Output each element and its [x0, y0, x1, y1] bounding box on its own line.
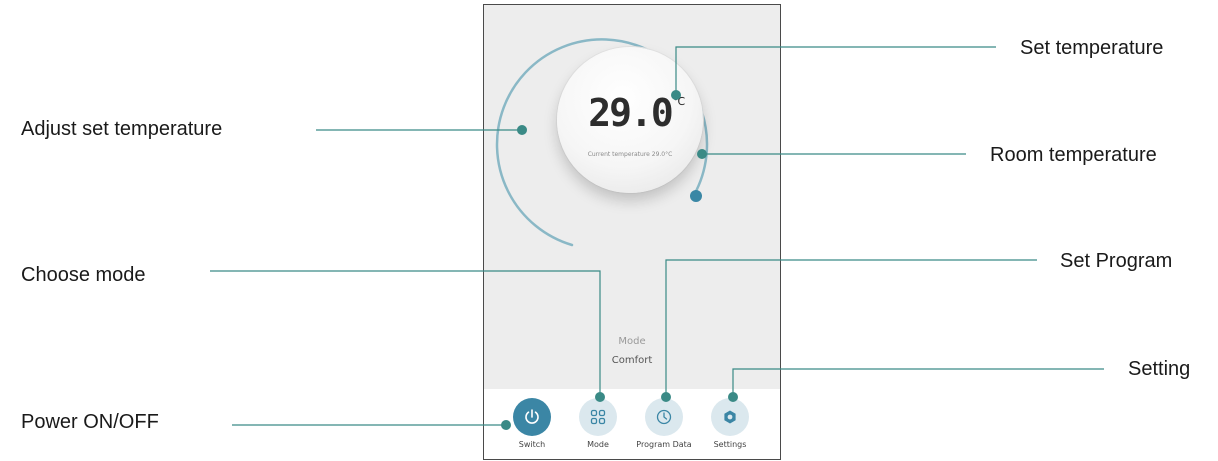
callout-room-temperature: Room temperature: [990, 144, 1157, 166]
thermostat-app-screen: 29.0 ℃ Current temperature 29.0°C Mode C…: [483, 4, 781, 460]
callout-setting: Setting: [1128, 358, 1191, 380]
switch-button[interactable]: Switch: [497, 398, 567, 449]
callout-power: Power ON/OFF: [21, 411, 159, 433]
callout-line-setting: [732, 368, 1104, 397]
mode-caption: Mode: [618, 336, 646, 347]
grid-icon: [590, 409, 606, 425]
gear-icon: [724, 410, 736, 424]
settings-button[interactable]: Settings: [695, 398, 765, 449]
switch-label: Switch: [518, 440, 546, 449]
power-button-circle[interactable]: [513, 398, 551, 436]
temperature-dial: 29.0 ℃ Current temperature 29.0°C: [557, 47, 703, 193]
callout-set-temperature: Set temperature: [1020, 37, 1164, 59]
temperature-unit: ℃: [673, 95, 686, 108]
mode-button[interactable]: Mode: [563, 398, 633, 449]
callout-choose-mode: Choose mode: [21, 264, 146, 286]
program-button-circle[interactable]: [645, 398, 683, 436]
callout-set-program: Set Program: [1060, 250, 1173, 272]
clock-icon: [656, 409, 672, 425]
mode-button-circle[interactable]: [579, 398, 617, 436]
program-data-button[interactable]: Program Data: [629, 398, 699, 449]
callout-adjust-set-temperature: Adjust set temperature: [21, 118, 223, 140]
mode-value: Comfort: [611, 355, 653, 366]
settings-button-circle[interactable]: [711, 398, 749, 436]
mode-label: Mode: [587, 440, 609, 449]
power-icon: [525, 409, 539, 424]
program-data-label: Program Data: [636, 440, 692, 449]
dial-handle[interactable]: [690, 190, 702, 202]
current-temperature-text: Current temperature 29.0°C: [587, 151, 673, 158]
settings-label: Settings: [713, 440, 747, 449]
